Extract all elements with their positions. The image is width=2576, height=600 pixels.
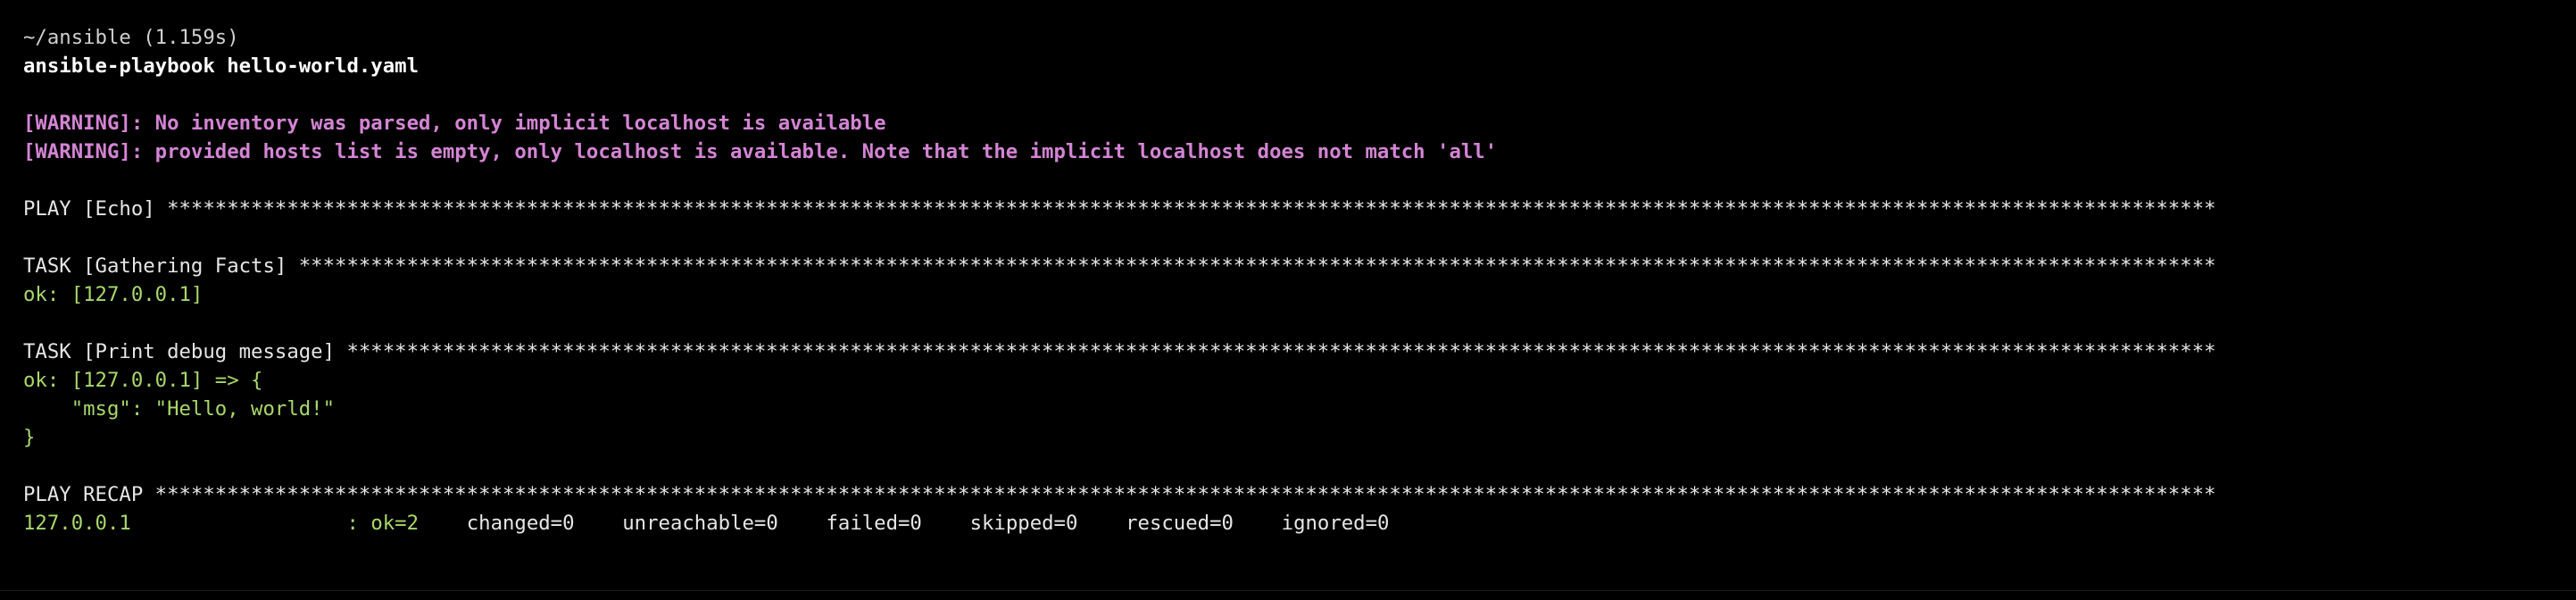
recap-skipped-count: skipped=0 [969,512,1078,535]
debug-result-close: } [23,426,36,449]
recap-gap [922,512,970,535]
recap-gap [778,512,827,535]
recap-gap [1077,512,1126,535]
recap-failed-count: failed=0 [826,512,922,535]
recap-host: 127.0.0.1 [23,512,131,535]
block-divider [0,590,2576,591]
debug-msg-line: "msg": "Hello, world!" [23,397,336,421]
debug-result-open: ok: [127.0.0.1] => { [23,369,263,392]
recap-ignored-count: ignored=0 [1281,512,1390,535]
warning-line: [WARNING]: No inventory was parsed, only… [23,112,886,135]
recap-ok-count: ok=2 [370,512,420,535]
play-header: PLAY [Echo] ****************************… [23,197,2216,221]
task-header-gathering-facts: TASK [Gathering Facts] *****************… [23,254,2216,278]
command-line: ansible-playbook hello-world.yaml [23,54,419,78]
block-location: ~/ansible (1.159s) [23,26,239,49]
recap-changed-count: changed=0 [466,512,575,535]
task-header-print-debug: TASK [Print debug message] *************… [23,340,2216,363]
task-result: ok: [127.0.0.1] [23,283,204,306]
recap-gap [575,512,623,535]
recap-row: 127.0.0.1 : ok=2 changed=0 unreachable=0… [23,509,2560,538]
recap-gap [1234,512,1282,535]
play-recap-header: PLAY RECAP *****************************… [23,483,2216,506]
recap-rescued-count: rescued=0 [1126,512,1234,535]
warning-line: [WARNING]: provided hosts list is empty,… [23,140,1498,163]
recap-gap [419,512,467,535]
terminal-output[interactable]: ~/ansible (1.159s) ansible-playbook hell… [23,23,2560,538]
recap-separator: : [130,512,371,535]
recap-unreachable-count: unreachable=0 [622,512,778,535]
